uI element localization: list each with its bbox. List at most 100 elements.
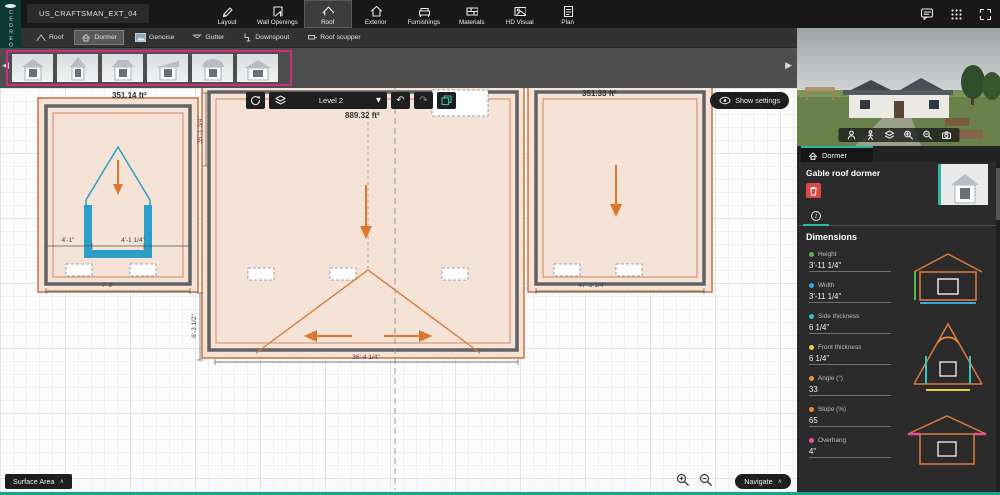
tab-wall-openings[interactable]: Wall Openings	[251, 0, 304, 28]
svg-text:47'-9 1/4": 47'-9 1/4"	[578, 282, 606, 289]
navigate-button[interactable]: Navigate ∧	[735, 474, 791, 489]
show-settings-button[interactable]: Show settings	[710, 92, 789, 109]
subtab-roof-scupper[interactable]: Roof scupper	[300, 30, 367, 45]
svg-text:7'-9": 7'-9"	[102, 282, 116, 289]
dimensions-section-title: Dimensions	[806, 232, 857, 242]
slope-color-dot	[809, 407, 814, 412]
strip-scroll-right-icon[interactable]: ▶	[785, 61, 792, 70]
angle-input[interactable]: 33	[809, 385, 891, 396]
field-height: Height 3'-11 1/4"	[809, 250, 891, 272]
layers-icon	[275, 95, 286, 106]
screenshot-camera-icon[interactable]	[941, 130, 951, 140]
height-input[interactable]: 3'-11 1/4"	[809, 261, 891, 272]
roof-scupper-icon	[307, 33, 317, 42]
side-thickness-color-dot	[809, 314, 814, 319]
level-selector[interactable]: Level 2 ▾	[269, 92, 387, 109]
width-color-dot	[809, 283, 814, 288]
zoom-in-icon[interactable]	[676, 473, 690, 487]
topbar-right-icons	[920, 0, 992, 28]
redo-icon: ↷	[419, 96, 427, 106]
sofa-icon	[417, 4, 430, 17]
floor-plan-drawing[interactable]: 351.14 ft² 889.32 ft² 351.33 ft² 35'-1 3…	[0, 88, 797, 495]
subtab-downspout[interactable]: Downspout	[235, 30, 296, 45]
application-window: US_CRAFTSMAN_EXT_04 Layout Wall Openings…	[0, 0, 1000, 495]
dormer-type-thumbnail-3[interactable]	[102, 54, 143, 82]
layers-view-icon[interactable]	[884, 130, 894, 140]
zoom-out-icon[interactable]	[922, 130, 932, 140]
bricks-icon	[465, 4, 478, 17]
copy-icon	[441, 95, 452, 106]
walkthrough-icon[interactable]	[865, 130, 875, 140]
svg-text:351.14 ft²: 351.14 ft²	[112, 91, 147, 100]
tab-plan[interactable]: Plan	[544, 0, 592, 28]
remove-dormer-button[interactable]	[806, 183, 821, 198]
overhang-input[interactable]: 4"	[809, 447, 891, 458]
redo-button[interactable]: ↷	[414, 92, 433, 109]
svg-text:6'-3 1/2": 6'-3 1/2"	[191, 313, 198, 337]
tab-hd-visual[interactable]: HD Visual	[496, 0, 544, 28]
panel-scrollbar[interactable]	[996, 158, 1000, 495]
subtab-genoise[interactable]: Genoise	[128, 30, 181, 45]
fullscreen-icon[interactable]	[979, 8, 992, 21]
tab-exterior[interactable]: Exterior	[352, 0, 400, 28]
project-name: US_CRAFTSMAN_EXT_04	[27, 4, 149, 23]
tab-layout[interactable]: Layout	[203, 0, 251, 28]
roof-outline-icon	[36, 33, 46, 42]
field-overhang: Overhang 4"	[809, 436, 891, 458]
surface-area-button[interactable]: Surface Area ∧	[5, 474, 72, 489]
roof-icon	[321, 4, 334, 17]
detail-tabbar: i	[797, 208, 1000, 226]
house-icon	[369, 4, 382, 17]
panel-tab-dormer[interactable]: Dormer	[801, 146, 873, 162]
overhang-color-dot	[809, 438, 814, 443]
slope-input[interactable]: 65	[809, 416, 891, 427]
dormer-tab-icon	[808, 151, 818, 160]
field-slope: Slope (%) 65	[809, 405, 891, 427]
dormer-type-thumbnail-1[interactable]	[12, 54, 53, 82]
feedback-chat-icon[interactable]	[920, 7, 934, 21]
gable-dormer-thumb-icon	[15, 56, 51, 82]
app-logo[interactable]: CEDREO	[0, 0, 21, 48]
duplicate-level-button[interactable]	[437, 92, 456, 109]
subtab-roof[interactable]: Roof	[29, 30, 70, 45]
height-width-diagram	[906, 248, 990, 306]
subtab-dormer[interactable]: Dormer	[74, 30, 124, 45]
narrow-gable-dormer-thumb-icon	[60, 56, 96, 82]
field-angle: Angle (°) 33	[809, 374, 891, 396]
level-selector-value: Level 2	[319, 96, 343, 105]
dormer-type-thumbnail-4[interactable]	[147, 54, 188, 82]
tab-roof[interactable]: Roof	[304, 0, 352, 28]
plan-canvas[interactable]: 351.14 ft² 889.32 ft² 351.33 ft² 35'-1 3…	[0, 88, 797, 495]
width-input[interactable]: 3'-11 1/4"	[809, 292, 891, 303]
apps-grid-icon[interactable]	[950, 8, 963, 21]
tab-info[interactable]: i	[803, 208, 829, 226]
dormer-type-preview[interactable]	[938, 164, 988, 205]
overhang-diagram	[904, 408, 990, 470]
field-front-thickness: Front thickness 6 1/4"	[809, 343, 891, 365]
avatar-icon[interactable]	[846, 130, 856, 140]
svg-text:4'-1": 4'-1"	[62, 237, 76, 244]
arched-dormer-thumb-icon	[195, 56, 231, 82]
dormer-type-thumbnail-2[interactable]	[57, 54, 98, 82]
side-thickness-input[interactable]: 6 1/4"	[809, 323, 891, 334]
main-navigation: Layout Wall Openings Roof Exterior Furni…	[203, 0, 592, 28]
sync-view-button[interactable]	[246, 92, 265, 109]
tab-furnishings[interactable]: Furnishings	[400, 0, 448, 28]
dormer-type-thumbnail-6[interactable]	[237, 54, 278, 82]
3d-view-toolbar	[838, 128, 959, 142]
undo-button[interactable]: ↶	[391, 92, 410, 109]
plan-center-roof	[202, 88, 524, 358]
zoom-in-icon[interactable]	[903, 130, 913, 140]
photo-icon	[513, 4, 526, 17]
tab-materials[interactable]: Materials	[448, 0, 496, 28]
svg-text:889.32 ft²: 889.32 ft²	[345, 111, 380, 120]
3d-preview-viewport[interactable]	[797, 28, 1000, 146]
dormer-type-thumbnail-5[interactable]	[192, 54, 233, 82]
top-bar: US_CRAFTSMAN_EXT_04 Layout Wall Openings…	[0, 0, 1000, 28]
thickness-angle-diagram	[904, 310, 992, 400]
undo-icon: ↶	[396, 96, 404, 106]
front-thickness-input[interactable]: 6 1/4"	[809, 354, 891, 365]
subtab-gutter[interactable]: Gutter	[185, 30, 231, 45]
zoom-out-icon[interactable]	[699, 473, 713, 487]
info-icon: i	[811, 211, 821, 221]
